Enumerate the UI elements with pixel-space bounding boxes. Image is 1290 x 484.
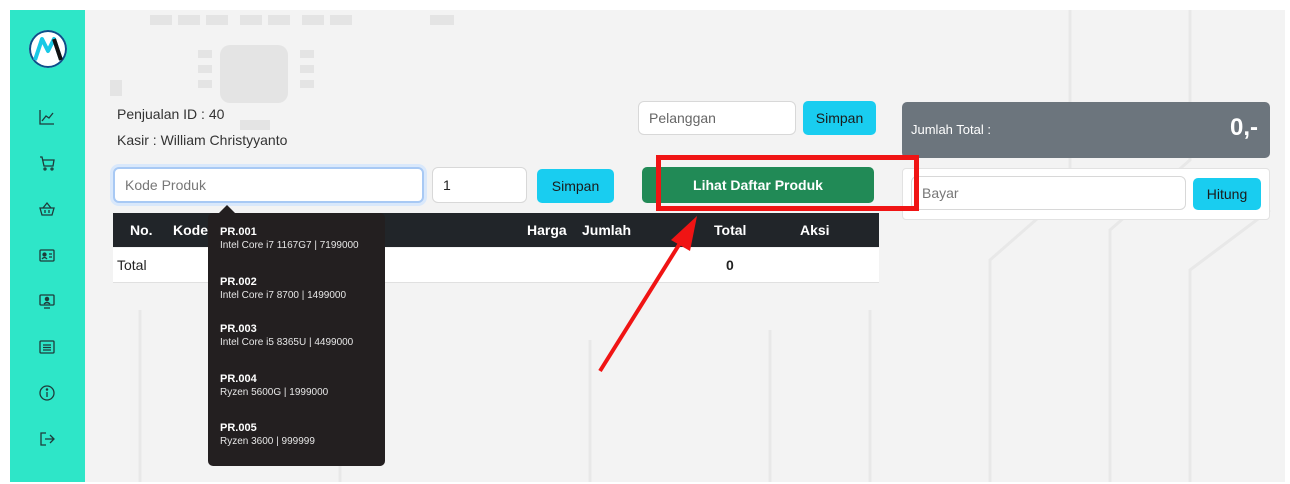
info-icon[interactable] bbox=[35, 381, 59, 405]
logout-icon[interactable] bbox=[35, 427, 59, 451]
total-value: 0,- bbox=[1229, 114, 1258, 141]
suggestion-desc: Ryzen 5600G | 1999000 bbox=[220, 387, 329, 398]
suggestion-item[interactable]: PR.004 Ryzen 5600G | 1999000 bbox=[220, 373, 380, 399]
save-customer-button[interactable]: Simpan bbox=[803, 101, 876, 135]
product-suggestion-dropdown: PR.001 Intel Core i7 1167G7 | 7199000 PR… bbox=[208, 205, 385, 466]
product-code-input[interactable]: Kode Produk bbox=[113, 167, 424, 203]
suggestion-code: PR.004 bbox=[220, 373, 257, 385]
suggestion-item[interactable]: PR.002 Intel Core i7 8700 | 1499000 bbox=[220, 276, 380, 302]
quantity-input[interactable]: 1 bbox=[432, 167, 527, 203]
suggestion-code: PR.002 bbox=[220, 276, 257, 288]
col-no: No. bbox=[130, 222, 153, 238]
chart-icon[interactable] bbox=[35, 105, 59, 129]
col-price: Harga bbox=[527, 222, 567, 238]
basket-icon[interactable] bbox=[35, 197, 59, 221]
suggestion-item[interactable]: PR.003 Intel Core i5 8365U | 4499000 bbox=[220, 323, 380, 349]
footer-total-label: Total bbox=[117, 257, 147, 273]
suggestion-desc: Intel Core i7 1167G7 | 7199000 bbox=[220, 240, 359, 251]
col-action: Aksi bbox=[800, 222, 830, 238]
footer-total-value: 0 bbox=[726, 257, 734, 273]
suggestion-code: PR.005 bbox=[220, 422, 257, 434]
cart-icon[interactable] bbox=[35, 151, 59, 175]
customer-input[interactable]: Pelanggan bbox=[638, 101, 796, 135]
suggestion-desc: Ryzen 3600 | 999999 bbox=[220, 436, 315, 447]
save-product-button[interactable]: Simpan bbox=[537, 169, 614, 203]
id-card-icon[interactable] bbox=[35, 243, 59, 267]
monitor-user-icon[interactable] bbox=[35, 289, 59, 313]
sale-id-text: Penjualan ID : 40 bbox=[117, 106, 225, 122]
highlight-box bbox=[656, 155, 919, 211]
col-total: Total bbox=[714, 222, 747, 238]
calculate-button[interactable]: Hitung bbox=[1193, 178, 1261, 210]
payment-panel: Bayar Hitung bbox=[902, 168, 1270, 220]
col-code: Kode bbox=[173, 222, 208, 238]
suggestion-item[interactable]: PR.005 Ryzen 3600 | 999999 bbox=[220, 422, 380, 448]
list-icon[interactable] bbox=[35, 335, 59, 359]
logo-icon[interactable] bbox=[29, 30, 67, 68]
suggestion-item[interactable]: PR.001 Intel Core i7 1167G7 | 7199000 bbox=[220, 226, 380, 252]
suggestion-code: PR.001 bbox=[220, 226, 257, 238]
sidebar bbox=[10, 10, 85, 482]
cashier-text: Kasir : William Christyyanto bbox=[117, 132, 288, 148]
suggestion-code: PR.003 bbox=[220, 323, 257, 335]
suggestion-desc: Intel Core i5 8365U | 4499000 bbox=[220, 337, 354, 348]
payment-input[interactable]: Bayar bbox=[911, 176, 1186, 210]
col-qty: Jumlah bbox=[582, 222, 632, 238]
suggestion-desc: Intel Core i7 8700 | 1499000 bbox=[220, 290, 347, 301]
total-amount-card: Jumlah Total : 0,- bbox=[902, 102, 1270, 158]
total-label: Jumlah Total : bbox=[911, 122, 991, 137]
